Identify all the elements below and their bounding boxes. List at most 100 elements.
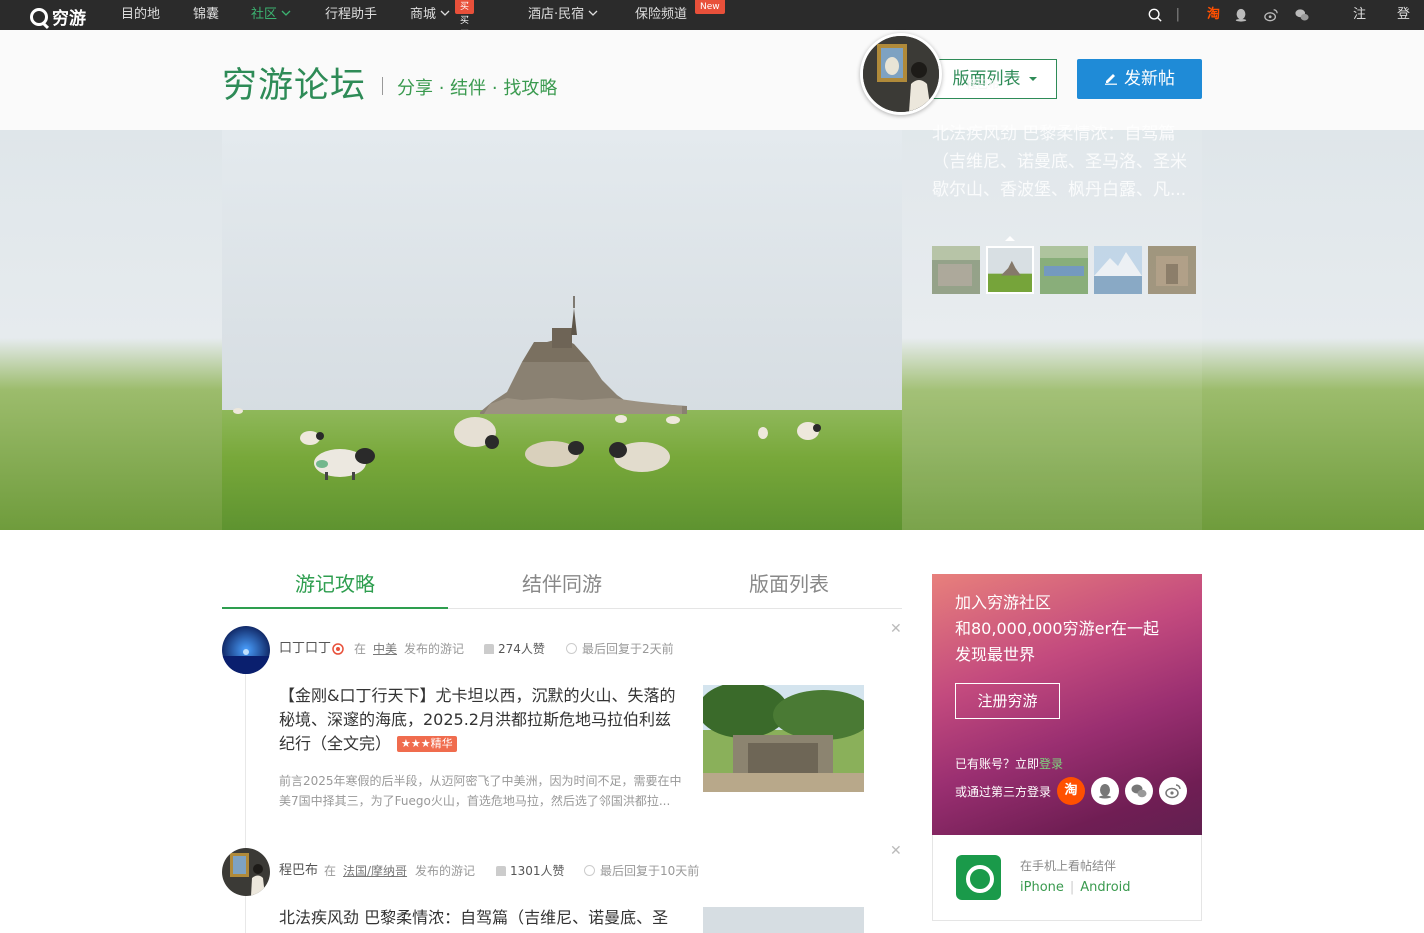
iphone-link[interactable]: iPhone — [1020, 880, 1064, 895]
caret-down-icon — [1028, 77, 1037, 81]
avatar-image — [222, 626, 270, 674]
verified-badge-icon — [332, 643, 344, 655]
wechat-icon[interactable] — [1295, 8, 1309, 22]
nav-item-guides[interactable]: 锦囊 — [193, 0, 219, 30]
app-promo-text: 在手机上看帖结伴 — [1020, 859, 1117, 873]
hero-thumb-3[interactable] — [1040, 246, 1088, 294]
hero-thumb-4[interactable] — [1094, 246, 1142, 294]
post-1-title-text: 【金刚&口丁行天下】尤卡坦以西，沉默的火山、失落的秘境、深邃的海底，2025.2… — [279, 686, 676, 753]
post-2-likes-text: 1301人赞 — [510, 864, 565, 878]
post-1-author[interactable]: 口丁口丁 — [279, 639, 331, 659]
hero-thumb-1[interactable] — [932, 246, 980, 294]
post-1-meta: 口丁口丁 在 中美 发布的游记 274人赞 最后回复于2天前 — [279, 639, 699, 659]
hero-thumbnails — [932, 246, 1202, 294]
clock-icon — [566, 643, 577, 654]
thumbs-up-icon — [496, 866, 506, 876]
post-1-last-reply: 最后回复于2天前 — [566, 639, 674, 659]
post-1-last-reply-text: 最后回复于2天前 — [582, 642, 674, 656]
hero-landscape-image — [222, 130, 902, 530]
tab-board-list[interactable]: 版面列表 — [676, 560, 902, 609]
clock-icon — [584, 865, 595, 876]
have-account-text: 已有账号？立即登录 — [955, 755, 1063, 772]
nav-divider: | — [1175, 7, 1180, 22]
post-1-excerpt: 前言2025年寒假的后半段，从迈阿密飞了中美洲，因为时间不足，需要在中美7国中择… — [279, 774, 682, 808]
android-link[interactable]: Android — [1080, 880, 1130, 895]
post-1-likes: 274人赞 — [484, 639, 545, 659]
post-1-in: 在 — [354, 642, 367, 656]
post-1-image[interactable] — [703, 685, 864, 792]
join-community-panel: 加入穷游社区 和80,000,000穷游er在一起 发现最世界 注册穷游 已有账… — [932, 574, 1202, 835]
register-qyer-button[interactable]: 注册穷游 — [955, 683, 1060, 719]
post-2-avatar[interactable] — [222, 848, 270, 896]
hero-author-avatar[interactable] — [860, 33, 942, 115]
taobao-login-icon[interactable]: 淘 — [1057, 777, 1085, 805]
mall-badge: 买买买 — [455, 0, 475, 40]
content-tabs: 游记攻略 结伴同游 版面列表 — [222, 560, 902, 609]
qq-icon[interactable] — [1234, 8, 1248, 22]
hero-thumb-2[interactable] — [986, 246, 1034, 294]
qyer-app-icon[interactable] — [956, 855, 1001, 900]
hero-post-title[interactable]: 北法疾风劲 巴黎柔情浓：自驾篇（吉维尼、诺曼底、圣马洛、圣米歇尔山、香波堡、枫丹… — [932, 120, 1202, 204]
title-divider — [382, 77, 383, 95]
post-1-close-icon[interactable]: ✕ — [890, 621, 902, 637]
post-2-image-thumb — [703, 907, 864, 933]
post-1-location[interactable]: 中美 — [373, 639, 397, 659]
login-link[interactable]: 登录 — [1397, 0, 1410, 52]
join-text: 加入穷游社区 和80,000,000穷游er在一起 发现最世界 — [955, 590, 1159, 668]
nav-item-destination[interactable]: 目的地 — [121, 0, 160, 30]
join-line-3: 发现最世界 — [955, 645, 1036, 664]
register-link[interactable]: 注册 — [1353, 0, 1366, 52]
nav-item-mall[interactable]: 商城 — [410, 0, 450, 30]
post-2-author[interactable]: 程巴布 — [279, 861, 318, 881]
search-icon[interactable] — [1148, 8, 1162, 22]
new-post-button-label: 发新帖 — [1124, 69, 1175, 89]
taobao-icon[interactable]: 淘 — [1207, 0, 1220, 30]
edit-icon — [1105, 74, 1117, 85]
app-links: iPhone | Android — [1020, 880, 1131, 895]
post-1-avatar[interactable] — [222, 626, 270, 674]
chevron-down-icon — [281, 10, 291, 16]
mobile-app-panel: 在手机上看帖结伴 iPhone | Android — [932, 835, 1202, 921]
tab-travel-companions[interactable]: 结伴同游 — [449, 560, 675, 609]
weibo-icon[interactable] — [1264, 8, 1278, 22]
weibo-login-icon[interactable] — [1159, 777, 1187, 805]
logo-q-icon — [30, 7, 48, 26]
avatar-image — [222, 848, 270, 896]
nav-item-community[interactable]: 社区 — [251, 0, 291, 30]
nav-item-trip-planner[interactable]: 行程助手 — [325, 0, 377, 30]
nav-item-hotel[interactable]: 酒店·民宿 — [528, 0, 598, 30]
nav-item-community-label: 社区 — [251, 7, 278, 22]
nav-item-insurance[interactable]: 保险频道 — [635, 0, 687, 30]
qq-login-icon[interactable] — [1091, 777, 1119, 805]
chevron-down-icon — [440, 10, 450, 16]
post-2-close-icon[interactable]: ✕ — [890, 843, 902, 859]
post-2-image[interactable] — [703, 907, 864, 933]
panel-login-link[interactable]: 登录 — [1039, 757, 1063, 771]
chevron-down-icon — [588, 10, 598, 16]
post-2-location[interactable]: 法国/摩纳哥 — [343, 861, 407, 881]
post-1-action: 发布的游记 — [404, 642, 465, 656]
tab-travelogues[interactable]: 游记攻略 — [222, 560, 448, 609]
post-2-last-reply: 最后回复于10天前 — [584, 861, 699, 881]
post-1-title[interactable]: 【金刚&口丁行天下】尤卡坦以西，沉默的火山、失落的秘境、深邃的海底，2025.2… — [279, 684, 683, 756]
join-line-2: 和80,000,000穷游er在一起 — [955, 619, 1160, 638]
nav-item-hotel-label: 酒店·民宿 — [528, 7, 585, 22]
hero-thumb-5[interactable] — [1148, 246, 1196, 294]
site-logo[interactable]: 穷游 — [30, 4, 86, 29]
wechat-login-icon[interactable] — [1125, 777, 1153, 805]
post-2-last-reply-text: 最后回复于10天前 — [600, 864, 700, 878]
post-1-likes-text: 274人赞 — [498, 642, 545, 656]
hero-author-name[interactable]: 程巴布 — [966, 76, 999, 92]
thumb-pointer-icon — [1005, 236, 1015, 241]
post-2-action: 发布的游记 — [415, 864, 476, 878]
post-2-title[interactable]: 北法疾风劲 巴黎柔情浓：自驾篇（吉维尼、诺曼底、圣 — [279, 906, 683, 930]
forum-header: 穷游论坛 分享 · 结伴 · 找攻略 版面列表 发新帖 — [0, 30, 1424, 130]
new-post-button[interactable]: 发新帖 — [1077, 59, 1202, 99]
post-1-essence-tag: ★★★精华 — [397, 736, 457, 752]
hero-image[interactable] — [222, 130, 902, 530]
wechat-icon — [1131, 784, 1147, 798]
join-line-1: 加入穷游社区 — [955, 593, 1052, 612]
nav-item-mall-label: 商城 — [410, 7, 437, 22]
insurance-badge: New — [695, 0, 725, 14]
top-nav: 穷游 目的地 锦囊 社区 行程助手 商城 买买买 酒店·民宿 保险频道 New … — [0, 0, 1424, 52]
